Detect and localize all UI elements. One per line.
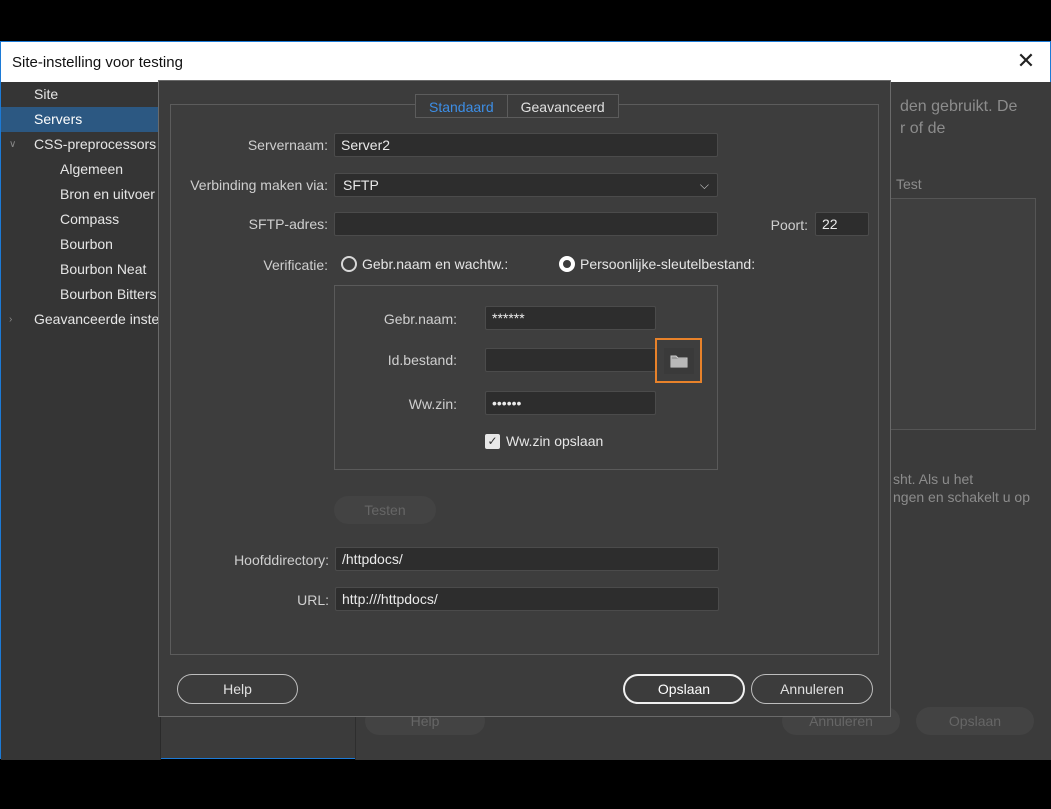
close-icon[interactable]: ✕ [1014, 48, 1038, 74]
sidebar-item-bourbon-neat[interactable]: Bourbon Neat [1, 257, 160, 282]
sidebar-item-general[interactable]: Algemeen [1, 157, 160, 182]
radio-on-icon [559, 256, 575, 272]
authentication-label: Verificatie: [263, 257, 328, 273]
id-file-label: Id.bestand: [387, 352, 457, 368]
save-passphrase-checkbox[interactable]: ✓ Ww.zin opslaan [485, 433, 603, 449]
tab-advanced[interactable]: Geavanceerd [507, 94, 619, 118]
auth-keyfile-radio[interactable]: Persoonlijke-sleutelbestand: [559, 256, 755, 272]
chevron-down-icon: ⌵ [699, 178, 709, 192]
help-button[interactable]: Help [177, 674, 298, 704]
root-directory-input[interactable]: /httpdocs/ [335, 547, 719, 571]
folder-button-face[interactable] [663, 347, 694, 374]
connect-via-select[interactable]: SFTP ⌵ [334, 173, 718, 197]
passphrase-input[interactable]: •••••• [485, 391, 656, 415]
sidebar-item-label: Servers [34, 111, 83, 127]
chevron-down-icon[interactable]: ∨ [9, 132, 16, 157]
sidebar-item-label: Geavanceerde instellingen [34, 311, 161, 327]
save-passphrase-label: Ww.zin opslaan [506, 433, 604, 449]
server-name-label: Servernaam: [247, 137, 328, 153]
chevron-right-icon[interactable]: › [9, 307, 12, 332]
auth-password-label: Gebr.naam en wachtw.: [362, 256, 509, 272]
auth-password-radio[interactable]: Gebr.naam en wachtw.: [341, 256, 508, 272]
background-text: den gebruikt. De [900, 98, 1018, 115]
title-bar: Site-instelling voor testing ✕ [1, 42, 1050, 82]
connect-via-label: Verbinding maken via: [190, 177, 328, 193]
sidebar-item-css-preprocessors[interactable]: ∨ CSS-preprocessors [1, 132, 160, 157]
sidebar-item-advanced[interactable]: › Geavanceerde instellingen [1, 307, 160, 332]
url-label: URL: [297, 592, 329, 608]
sidebar-item-label: Bron en uitvoer [60, 186, 155, 202]
browse-folder-button[interactable] [655, 338, 702, 383]
sidebar-item-site[interactable]: Site [1, 82, 160, 107]
background-text: ngen en schakelt u op [893, 489, 1030, 505]
auth-keyfile-label: Persoonlijke-sleutelbestand: [580, 256, 756, 272]
cancel-button[interactable]: Annuleren [751, 674, 873, 704]
sidebar-item-bourbon[interactable]: Bourbon [1, 232, 160, 257]
test-button[interactable]: Testen [334, 496, 436, 524]
sidebar-item-bourbon-bitters[interactable]: Bourbon Bitters [1, 282, 160, 307]
sidebar-item-label: Algemeen [60, 161, 124, 177]
sidebar-item-compass[interactable]: Compass [1, 207, 160, 232]
url-input[interactable]: http:///httpdocs/ [335, 587, 719, 611]
sftp-address-input[interactable] [334, 212, 718, 236]
sidebar-item-label: Site [34, 86, 59, 102]
root-directory-label: Hoofddirectory: [234, 552, 329, 568]
sidebar-item-label: Bourbon [60, 236, 113, 252]
tab-bar: Standaard Geavanceerd [415, 94, 619, 118]
port-label: Poort: [770, 217, 808, 233]
background-save-button[interactable]: Opslaan [916, 707, 1034, 735]
sftp-address-label: SFTP-adres: [248, 216, 328, 232]
sidebar-item-label: Bourbon Bitters [60, 286, 157, 302]
background-text: r of de [900, 120, 946, 137]
background-tab-test[interactable]: Test [896, 176, 922, 192]
username-label: Gebr.naam: [383, 311, 457, 327]
sidebar-item-source-output[interactable]: Bron en uitvoer [1, 182, 160, 207]
folder-icon [670, 355, 687, 367]
save-button[interactable]: Opslaan [623, 674, 745, 704]
sidebar-item-label: Compass [60, 211, 120, 227]
passphrase-label: Ww.zin: [408, 396, 457, 412]
sidebar-item-label: Bourbon Neat [60, 261, 147, 277]
connect-via-value: SFTP [343, 177, 379, 193]
window-title: Site-instelling voor testing [12, 53, 183, 71]
tab-standard[interactable]: Standaard [415, 94, 508, 118]
port-input[interactable]: 22 [815, 212, 869, 236]
radio-off-icon [341, 256, 357, 272]
background-text: sht. Als u het [893, 471, 974, 487]
sidebar-item-label: CSS-preprocessors [34, 136, 157, 152]
sidebar-item-servers[interactable]: Servers [1, 107, 160, 132]
background-server-list [886, 198, 1036, 430]
username-input[interactable]: ****** [485, 306, 656, 330]
server-name-input[interactable]: Server2 [334, 133, 718, 157]
id-file-input[interactable] [485, 348, 656, 372]
sidebar: Site Servers ∨ CSS-preprocessors Algemeen… [1, 82, 161, 760]
checkmark-icon: ✓ [485, 433, 500, 449]
